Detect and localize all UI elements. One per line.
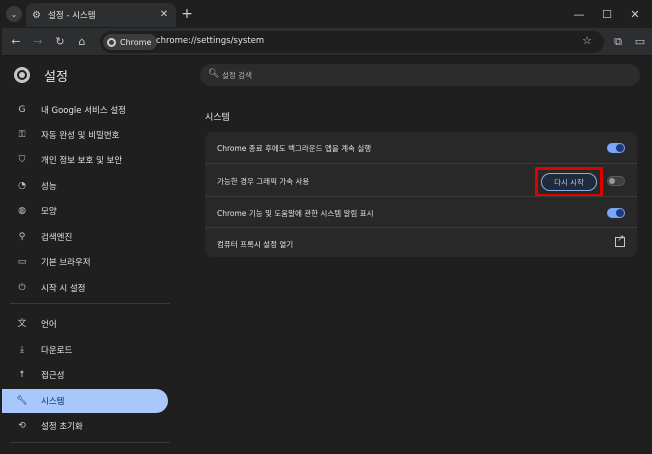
chrome-icon <box>107 37 116 47</box>
sidebar-item-label: 기본 브라우저 <box>41 258 91 268</box>
palette-icon: ◍ <box>18 206 26 216</box>
highlight-box: 다시 시작 <box>535 167 603 197</box>
sidebar-item-label: 내 Google 서비스 설정 <box>41 106 127 116</box>
speedometer-icon: ◔ <box>18 181 26 191</box>
download-icon: ⤓ <box>20 345 24 355</box>
settings-header: 설정 🔍︎ 설정 검색 <box>2 57 652 93</box>
power-icon: ⏻ <box>18 283 26 293</box>
url-text[interactable]: chrome://settings/system <box>156 36 264 46</box>
sidebar-item-label: 시작 시 설정 <box>41 284 86 294</box>
sidebar-item-reset[interactable]: ⟲ 설정 초기화 <box>2 414 168 438</box>
sidebar-divider <box>10 303 170 304</box>
accessibility-icon: ☨ <box>19 370 25 380</box>
bookmark-star-icon[interactable]: ☆ <box>582 34 592 47</box>
browser-toolbar: ← → ↻ ⌂ Chrome chrome://settings/system … <box>2 28 652 56</box>
new-tab-button[interactable]: + <box>180 7 194 21</box>
key-icon: ⚿ <box>18 130 26 140</box>
close-window-button[interactable]: ✕ <box>620 2 650 26</box>
sidebar-item-label: 검색엔진 <box>41 233 73 243</box>
sidebar-item-system[interactable]: 🔧︎ 시스템 <box>2 389 168 413</box>
sidebar-item-downloads[interactable]: ⤓ 다운로드 <box>2 338 168 362</box>
sidebar-divider <box>10 442 170 443</box>
address-bar[interactable]: Chrome chrome://settings/system ☆ <box>100 31 604 53</box>
setting-label: Chrome 종료 후에도 백그라운드 앱을 계속 실행 <box>217 144 372 153</box>
reload-button[interactable]: ↻ <box>52 34 68 50</box>
minimize-button[interactable]: — <box>564 2 594 26</box>
chip-label: Chrome <box>120 37 152 47</box>
tab-strip: ⌄ ⚙ 설정 - 시스템 ✕ + — ☐ ✕ <box>2 2 652 28</box>
setting-label: 컴퓨터 프록시 설정 열기 <box>217 240 294 249</box>
gear-icon: ⚙ <box>32 9 41 21</box>
sidebar-item-default-browser[interactable]: ▭ 기본 브라우저 <box>2 250 168 274</box>
sidebar-item-label: 개인 정보 보호 및 보안 <box>41 156 123 166</box>
sidebar-item-on-startup[interactable]: ⏻ 시작 시 설정 <box>2 276 168 300</box>
sidebar-item-label: 설정 초기화 <box>41 422 83 432</box>
setting-row-background-apps[interactable]: Chrome 종료 후에도 백그라운드 앱을 계속 실행 <box>205 132 637 163</box>
extensions-icon[interactable]: ⧉ <box>610 34 626 50</box>
hardware-acceleration-toggle[interactable] <box>607 176 625 186</box>
browser-icon: ▭ <box>17 257 27 267</box>
sidebar-item-autofill[interactable]: ⚿ 자동 완성 및 비밀번호 <box>2 123 168 147</box>
sidebar-item-accessibility[interactable]: ☨ 접근성 <box>2 363 168 387</box>
reset-icon: ⟲ <box>18 421 26 431</box>
side-panel-icon[interactable]: ▭ <box>632 34 648 50</box>
background-apps-toggle[interactable] <box>607 143 625 153</box>
sidebar-item-languages[interactable]: 文 언어 <box>2 312 168 336</box>
google-icon: G <box>18 105 26 115</box>
sidebar-item-label: 접근성 <box>41 371 65 381</box>
sidebar-item-appearance[interactable]: ◍ 모양 <box>2 199 168 223</box>
setting-row-system-notifications[interactable]: Chrome 기능 및 도움말에 관한 시스템 알림 표시 <box>205 196 637 227</box>
back-button[interactable]: ← <box>8 34 24 50</box>
page-title: 설정 <box>44 70 68 85</box>
sidebar-item-privacy[interactable]: ⛉ 개인 정보 보호 및 보안 <box>2 148 168 172</box>
tab-settings-system[interactable]: ⚙ 설정 - 시스템 ✕ <box>26 3 176 27</box>
relaunch-button[interactable]: 다시 시작 <box>541 173 597 191</box>
browser-window: ⌄ ⚙ 설정 - 시스템 ✕ + — ☐ ✕ ← → ↻ ⌂ Chrome ch… <box>0 0 652 454</box>
shield-icon: ⛉ <box>18 155 26 165</box>
home-button[interactable]: ⌂ <box>74 34 90 50</box>
settings-search[interactable]: 🔍︎ 설정 검색 <box>200 64 640 86</box>
sidebar-item-label: 언어 <box>41 320 57 330</box>
system-settings-card: Chrome 종료 후에도 백그라운드 앱을 계속 실행 가능한 경우 그래픽 … <box>205 132 637 257</box>
setting-label: Chrome 기능 및 도움말에 관한 시스템 알림 표시 <box>217 209 374 218</box>
sidebar-item-label: 자동 완성 및 비밀번호 <box>41 131 120 141</box>
tab-title: 설정 - 시스템 <box>48 11 96 21</box>
setting-label: 가능한 경우 그래픽 가속 사용 <box>217 177 310 186</box>
sidebar-item-label: 시스템 <box>41 397 65 407</box>
system-notifications-toggle[interactable] <box>607 208 625 218</box>
sidebar-item-label: 모양 <box>41 207 57 217</box>
site-info-chip[interactable]: Chrome <box>103 34 158 50</box>
setting-row-hardware-acceleration[interactable]: 가능한 경우 그래픽 가속 사용 다시 시작 <box>205 163 637 197</box>
translate-icon: 文 <box>17 319 27 329</box>
sidebar-item-search-engine[interactable]: ⚲ 검색엔진 <box>2 225 168 249</box>
sidebar-item-label: 성능 <box>41 182 57 192</box>
settings-sidebar: G 내 Google 서비스 설정 ⚿ 자동 완성 및 비밀번호 ⛉ 개인 정보… <box>2 98 172 454</box>
sidebar-item-performance[interactable]: ◔ 성능 <box>2 174 168 198</box>
sidebar-item-label: 다운로드 <box>41 346 73 356</box>
wrench-icon: 🔧︎ <box>16 396 28 406</box>
setting-row-proxy[interactable]: 컴퓨터 프록시 설정 열기 <box>205 227 637 257</box>
forward-button[interactable]: → <box>30 34 46 50</box>
sidebar-item-google-services[interactable]: G 내 Google 서비스 설정 <box>2 98 168 122</box>
section-title: 시스템 <box>205 113 230 123</box>
maximize-button[interactable]: ☐ <box>592 2 622 26</box>
chrome-logo-icon <box>14 67 30 83</box>
search-icon: 🔍︎ <box>208 69 220 79</box>
external-link-icon[interactable] <box>615 234 625 247</box>
search-icon: ⚲ <box>18 232 26 242</box>
search-input[interactable]: 설정 검색 <box>222 70 252 81</box>
tab-close-icon[interactable]: ✕ <box>158 9 170 21</box>
tab-search-button[interactable]: ⌄ <box>6 6 22 22</box>
